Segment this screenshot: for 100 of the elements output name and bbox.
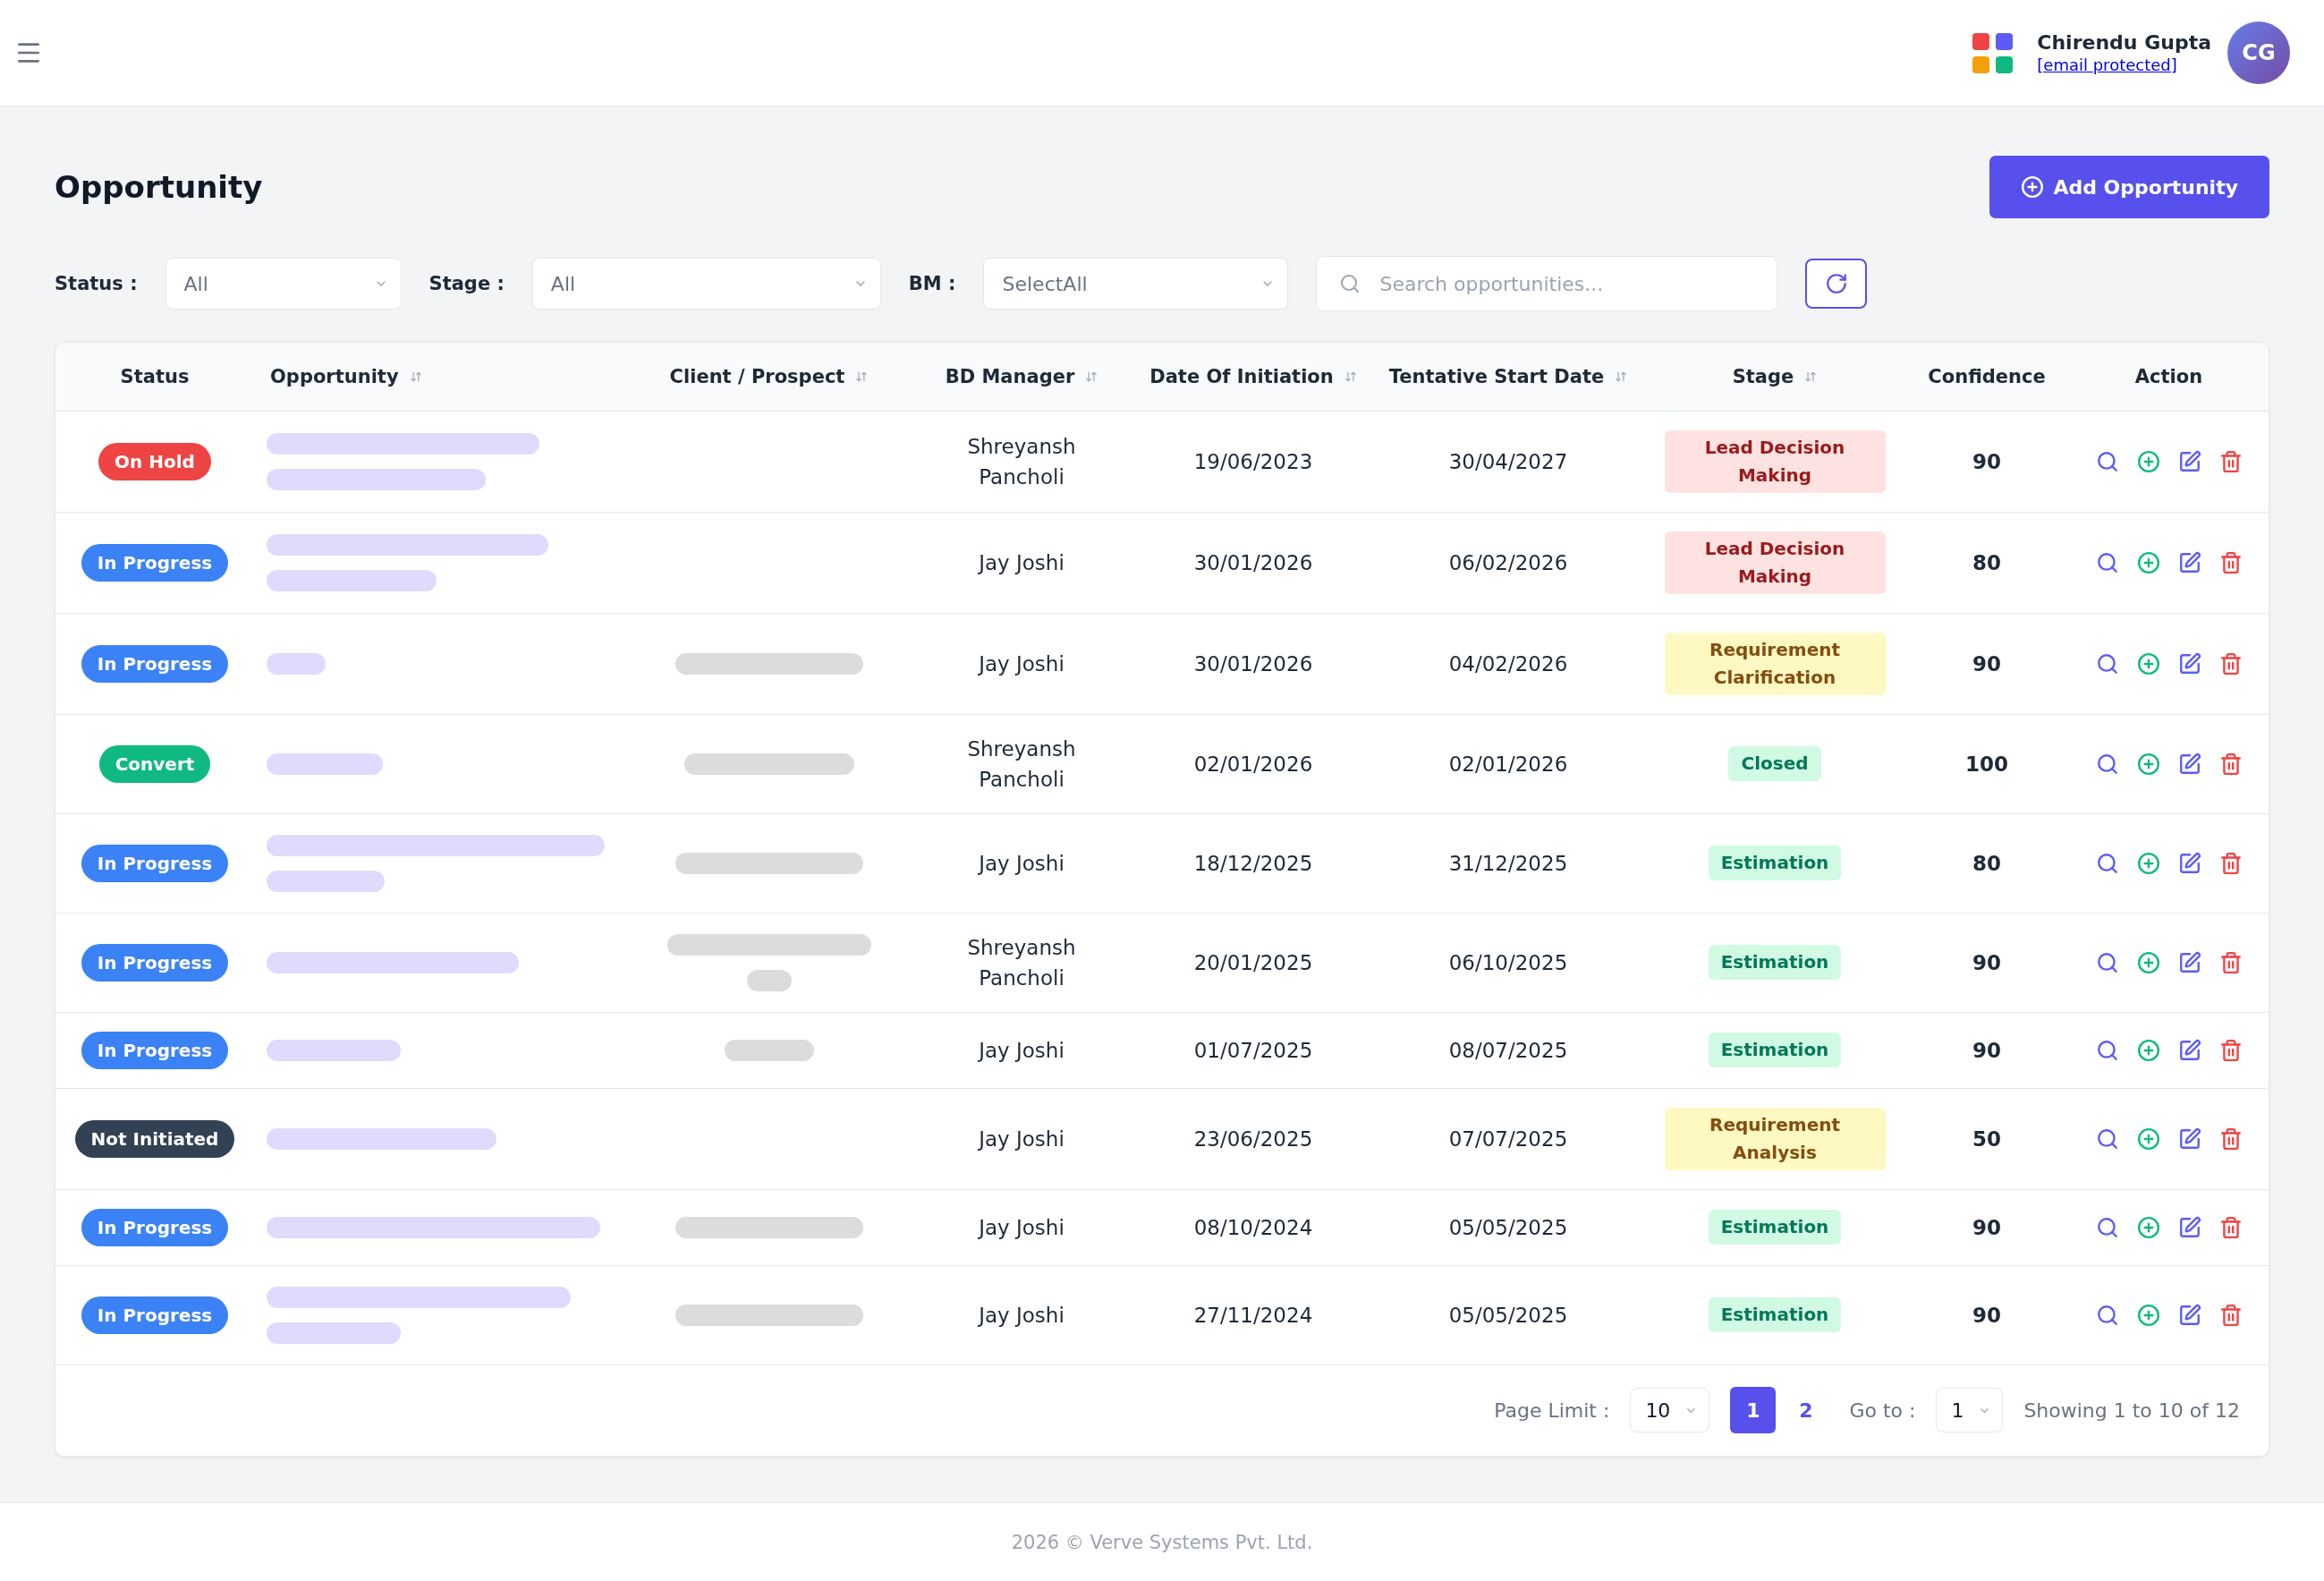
edit-icon[interactable] xyxy=(2177,851,2201,875)
stage-badge: Estimation xyxy=(1708,945,1842,980)
table-cell: 08/07/2025 xyxy=(1373,1012,1643,1088)
edit-icon[interactable] xyxy=(2177,752,2201,776)
plus-circle-icon[interactable] xyxy=(2136,851,2160,875)
table-cell: 18/12/2025 xyxy=(1133,813,1373,913)
trash-icon[interactable] xyxy=(2218,1038,2243,1062)
status-badge: In Progress xyxy=(81,844,229,882)
stage-badge: Estimation xyxy=(1708,1210,1842,1245)
search-field[interactable]: Search opportunities... xyxy=(1316,256,1778,311)
plus-circle-icon[interactable] xyxy=(2136,950,2160,974)
edit-icon[interactable] xyxy=(2177,1303,2201,1327)
search-icon[interactable] xyxy=(2095,1303,2119,1327)
filter-select[interactable]: All xyxy=(531,258,881,310)
filter-label: Status : xyxy=(55,273,138,294)
sort-icon xyxy=(1804,370,1818,383)
search-icon[interactable] xyxy=(2095,1215,2119,1239)
status-badge: In Progress xyxy=(81,943,229,982)
user-name: Chirendu Gupta xyxy=(2037,30,2211,55)
plus-circle-icon[interactable] xyxy=(2136,1126,2160,1151)
stage-badge: Estimation xyxy=(1708,846,1842,880)
stage-badge: Lead Decision Making xyxy=(1664,429,1886,493)
table-cell: 05/05/2025 xyxy=(1373,1265,1643,1364)
table-cell: 90 xyxy=(1906,913,2067,1012)
column-header[interactable]: Date Of Initiation xyxy=(1133,343,1373,411)
plus-circle-icon[interactable] xyxy=(2136,1038,2160,1062)
status-badge: On Hold xyxy=(98,442,211,480)
table-cell: 01/07/2025 xyxy=(1133,1012,1373,1088)
plus-circle-icon[interactable] xyxy=(2136,651,2160,676)
table-cell: 50 xyxy=(1906,1088,2067,1189)
table-cell: 30/01/2026 xyxy=(1133,512,1373,613)
page-limit-label: Page Limit : xyxy=(1494,1398,1610,1422)
page-button[interactable]: 2 xyxy=(1783,1387,1829,1433)
stage-badge: Closed xyxy=(1728,746,1821,781)
search-icon[interactable] xyxy=(2095,1038,2119,1062)
trash-icon[interactable] xyxy=(2218,1215,2243,1239)
table-cell: 27/11/2024 xyxy=(1133,1265,1373,1364)
search-icon[interactable] xyxy=(2095,752,2119,776)
page-button[interactable]: 1 xyxy=(1730,1387,1777,1433)
status-badge: Not Initiated xyxy=(74,1119,235,1158)
search-icon[interactable] xyxy=(2095,950,2119,974)
edit-icon[interactable] xyxy=(2177,651,2201,676)
edit-icon[interactable] xyxy=(2177,1038,2201,1062)
edit-icon[interactable] xyxy=(2177,1215,2201,1239)
column-header[interactable]: Opportunity xyxy=(254,343,628,411)
add-opportunity-button[interactable]: Add Opportunity xyxy=(1989,156,2269,218)
trash-icon[interactable] xyxy=(2218,950,2243,974)
table-cell: Jay Joshi xyxy=(910,613,1133,714)
plus-circle-icon[interactable] xyxy=(2136,1215,2160,1239)
filter-label: BM : xyxy=(908,273,956,294)
plus-circle-icon[interactable] xyxy=(2136,1303,2160,1327)
column-header[interactable]: BD Manager xyxy=(910,343,1133,411)
plus-circle-icon[interactable] xyxy=(2136,752,2160,776)
user-avatar[interactable]: CG xyxy=(2227,21,2290,84)
trash-icon[interactable] xyxy=(2218,752,2243,776)
table-cell: 90 xyxy=(1906,1265,2067,1364)
status-badge: In Progress xyxy=(81,644,229,683)
search-icon[interactable] xyxy=(2095,1126,2119,1151)
trash-icon[interactable] xyxy=(2218,550,2243,574)
edit-icon[interactable] xyxy=(2177,449,2201,473)
column-header[interactable]: Client / Prospect xyxy=(628,343,910,411)
table-cell: 06/02/2026 xyxy=(1373,512,1643,613)
edit-icon[interactable] xyxy=(2177,1126,2201,1151)
page-limit-select[interactable]: 10 xyxy=(1630,1388,1710,1432)
search-icon xyxy=(1339,273,1361,294)
search-icon[interactable] xyxy=(2095,851,2119,875)
search-icon[interactable] xyxy=(2095,550,2119,574)
plus-circle-icon[interactable] xyxy=(2136,449,2160,473)
column-header[interactable]: Tentative Start Date xyxy=(1373,343,1643,411)
search-icon[interactable] xyxy=(2095,449,2119,473)
filter-select[interactable]: SelectAll xyxy=(983,258,1289,310)
refresh-icon xyxy=(1825,272,1848,295)
column-header[interactable]: Stage xyxy=(1643,343,1906,411)
email-link[interactable]: [email protected] xyxy=(2037,55,2211,75)
column-header: Action xyxy=(2067,343,2269,411)
trash-icon[interactable] xyxy=(2218,651,2243,676)
stage-badge: Estimation xyxy=(1708,1033,1842,1067)
table-cell: 30/01/2026 xyxy=(1133,613,1373,714)
edit-icon[interactable] xyxy=(2177,550,2201,574)
table-cell: 19/06/2023 xyxy=(1133,411,1373,512)
table-cell: 07/07/2025 xyxy=(1373,1088,1643,1189)
trash-icon[interactable] xyxy=(2218,851,2243,875)
trash-icon[interactable] xyxy=(2218,1303,2243,1327)
trash-icon[interactable] xyxy=(2218,449,2243,473)
table-cell: 02/01/2026 xyxy=(1373,714,1643,813)
table-cell: 05/05/2025 xyxy=(1373,1189,1643,1265)
status-badge: In Progress xyxy=(81,1296,229,1334)
edit-icon[interactable] xyxy=(2177,950,2201,974)
app-grid-icon[interactable] xyxy=(1972,32,2014,73)
status-badge: Convert xyxy=(98,744,211,783)
goto-select[interactable]: 1 xyxy=(1936,1388,2004,1432)
table-cell: Jay Joshi xyxy=(910,1012,1133,1088)
trash-icon[interactable] xyxy=(2218,1126,2243,1151)
refresh-button[interactable] xyxy=(1805,259,1868,309)
filter-select[interactable]: All xyxy=(165,258,402,310)
copyright-text: 2026 © Verve Systems Pvt. Ltd. xyxy=(1011,1531,1313,1553)
plus-circle-icon[interactable] xyxy=(2136,550,2160,574)
sort-icon xyxy=(409,370,422,383)
search-icon[interactable] xyxy=(2095,651,2119,676)
sort-icon xyxy=(1085,370,1098,383)
